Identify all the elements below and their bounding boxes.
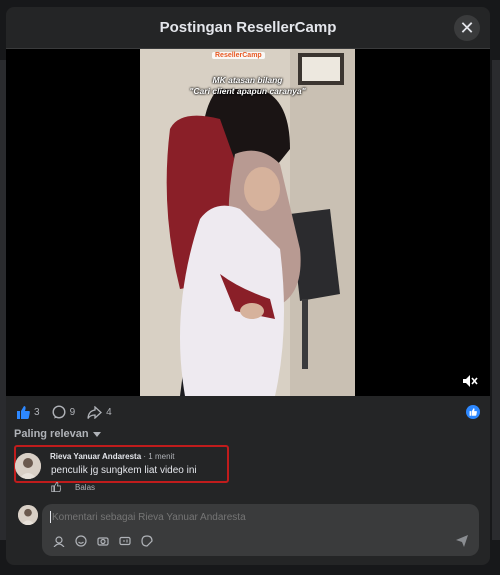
like-count[interactable]: 3 bbox=[16, 405, 40, 419]
video-caption-line-1: MK atasan bilang bbox=[212, 75, 283, 85]
video-caption: MK atasan bilang "Cari client apapun car… bbox=[140, 75, 355, 97]
comment-actions: Balas bbox=[51, 482, 95, 492]
video-caption-line-2: "Cari client apapun caranya" bbox=[189, 86, 306, 96]
backdrop-right-strip bbox=[492, 60, 500, 540]
smile-icon bbox=[75, 535, 87, 547]
comment-bubble-icon bbox=[52, 405, 66, 419]
comment-input[interactable] bbox=[52, 508, 432, 526]
avatar-sticker-icon bbox=[53, 536, 65, 547]
photo-button[interactable] bbox=[96, 534, 110, 548]
thumbs-up-icon bbox=[17, 405, 30, 419]
sticker-icon bbox=[141, 535, 153, 547]
chevron-down-icon bbox=[92, 431, 101, 437]
like-badge-icon bbox=[469, 408, 477, 416]
video-scene bbox=[140, 49, 355, 396]
share-count[interactable]: 4 bbox=[87, 405, 112, 419]
video-frame[interactable]: ResellerCamp MK atasan bilang "Cari clie… bbox=[140, 49, 355, 396]
speaker-muted-icon bbox=[463, 375, 478, 387]
comment-author-name[interactable]: Rieva Yanuar Andaresta bbox=[50, 452, 141, 461]
avatar-sticker-button[interactable] bbox=[52, 534, 66, 548]
emoji-button[interactable] bbox=[74, 534, 88, 548]
like-reaction-badge bbox=[466, 405, 480, 419]
close-icon: ✕ bbox=[459, 18, 475, 38]
composer-toolbar bbox=[52, 534, 162, 548]
video-brand-watermark: ResellerCamp bbox=[212, 52, 265, 59]
close-button[interactable]: ✕ bbox=[454, 15, 480, 41]
sticker-button[interactable] bbox=[140, 534, 154, 548]
current-user-avatar bbox=[18, 505, 38, 525]
gif-icon bbox=[119, 536, 131, 546]
post-dialog: Postingan ResellerCamp ✕ ResellerCamp MK… bbox=[6, 7, 490, 565]
video-player[interactable]: ResellerCamp MK atasan bilang "Cari clie… bbox=[6, 49, 490, 396]
dialog-title: Postingan ResellerCamp bbox=[159, 19, 337, 36]
dialog-header: Postingan ResellerCamp ✕ bbox=[6, 7, 490, 49]
avatar-image bbox=[15, 453, 41, 479]
comment-count[interactable]: 9 bbox=[52, 405, 76, 419]
reaction-bar: 3 9 4 bbox=[6, 399, 490, 425]
comment-timestamp[interactable]: · 1 menit bbox=[143, 452, 174, 461]
current-user-avatar-image bbox=[18, 505, 38, 525]
send-button[interactable] bbox=[455, 534, 469, 548]
comment-sort-dropdown[interactable]: Paling relevan bbox=[14, 428, 101, 440]
gif-button[interactable] bbox=[118, 534, 132, 548]
share-arrow-icon bbox=[87, 405, 103, 419]
like-outline-icon[interactable] bbox=[51, 482, 61, 492]
like-count-value: 3 bbox=[34, 406, 40, 418]
reply-button[interactable]: Balas bbox=[75, 483, 95, 492]
comment-highlight-box bbox=[14, 445, 229, 483]
text-caret bbox=[50, 511, 51, 523]
camera-icon bbox=[97, 537, 109, 546]
share-count-value: 4 bbox=[106, 406, 112, 418]
comment-sort-label: Paling relevan bbox=[14, 428, 89, 440]
send-icon bbox=[456, 535, 468, 547]
commenter-avatar[interactable] bbox=[15, 453, 41, 479]
comment-count-value: 9 bbox=[69, 406, 76, 418]
mute-button[interactable] bbox=[462, 374, 478, 388]
comment-composer bbox=[42, 504, 479, 556]
comment-author: Rieva Yanuar Andaresta · 1 menit bbox=[50, 452, 175, 461]
comment-text: penculik jg sungkem liat video ini bbox=[51, 465, 197, 476]
